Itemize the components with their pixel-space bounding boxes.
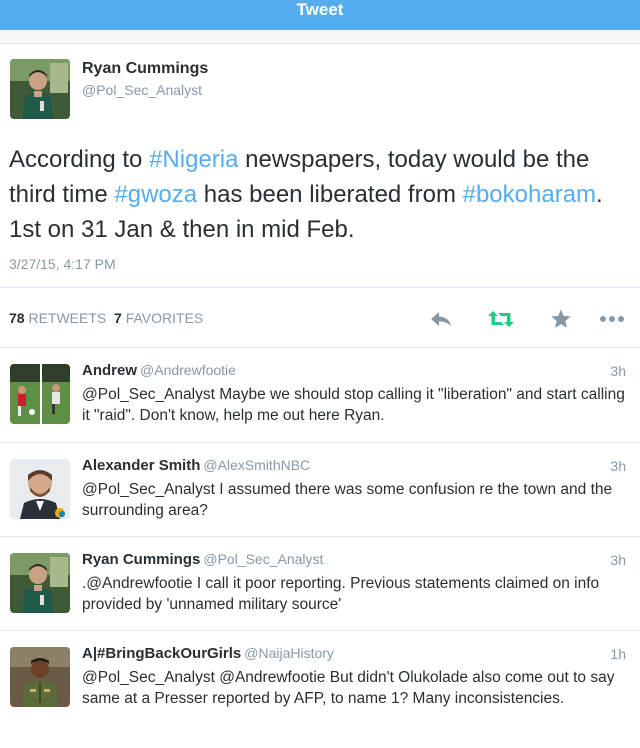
reply-time: 3h [610, 458, 626, 474]
favorites-label[interactable]: FAVORITES [126, 310, 204, 326]
reply-author[interactable]: Ryan Cummings @Pol_Sec_Analyst [82, 551, 323, 568]
reply-time: 3h [610, 552, 626, 568]
header-spacer [0, 30, 640, 44]
avatar[interactable] [10, 459, 70, 519]
reply-icon[interactable] [426, 305, 456, 333]
reply-tweet[interactable]: Alexander Smith @AlexSmithNBC 3h @Pol_Sec… [0, 443, 640, 537]
reply-author-handle[interactable]: @Pol_Sec_Analyst [203, 551, 323, 567]
avatar[interactable] [10, 647, 70, 707]
reply-author[interactable]: A|#BringBackOurGirls @NaijaHistory [82, 645, 334, 662]
retweets-count: 78 [9, 310, 25, 326]
hashtag-link[interactable]: #bokoharam [463, 181, 596, 208]
author-name[interactable]: Ryan Cummings [82, 60, 208, 78]
reply-author-name[interactable]: Andrew [82, 362, 137, 379]
tweet-stats: 78 RETWEETS 7 FAVORITES [9, 310, 203, 326]
page-title: Tweet [296, 0, 344, 19]
reply-text: .@Andrewfootie I call it poor reporting.… [82, 575, 600, 613]
favorites-count: 7 [114, 310, 122, 326]
hashtag-link[interactable]: #gwoza [114, 181, 197, 208]
more-icon[interactable] [598, 305, 626, 333]
author-handle[interactable]: @Pol_Sec_Analyst [82, 82, 202, 98]
reply-author-name[interactable]: Ryan Cummings [82, 551, 200, 568]
tweet-text-segment: According to [9, 146, 150, 173]
top-bar: Tweet [0, 0, 640, 30]
reply-tweet[interactable]: Andrew @Andrewfootie 3h @Pol_Sec_Analyst … [0, 348, 640, 443]
reply-text: @Pol_Sec_Analyst I assumed there was som… [82, 481, 613, 519]
hashtag-link[interactable]: #Nigeria [149, 146, 238, 173]
favorite-icon[interactable] [546, 305, 576, 333]
reply-tweet[interactable]: A|#BringBackOurGirls @NaijaHistory 1h @Po… [0, 631, 640, 748]
reply-time: 1h [610, 646, 626, 662]
reply-author[interactable]: Andrew @Andrewfootie [82, 362, 236, 379]
reply-author[interactable]: Alexander Smith @AlexSmithNBC [82, 457, 310, 474]
avatar[interactable] [10, 59, 70, 119]
tweet-actions [426, 305, 626, 333]
reply-text: @Pol_Sec_Analyst @Andrewfootie But didn'… [82, 669, 615, 707]
reply-author-name[interactable]: Alexander Smith [82, 457, 200, 474]
retweets-label[interactable]: RETWEETS [28, 310, 106, 326]
reply-author-handle[interactable]: @NaijaHistory [244, 645, 334, 661]
avatar[interactable] [10, 553, 70, 613]
reply-text: @Pol_Sec_Analyst Maybe we should stop ca… [82, 386, 625, 424]
reply-tweet[interactable]: Ryan Cummings @Pol_Sec_Analyst 3h .@Andre… [0, 537, 640, 631]
reply-author-handle[interactable]: @AlexSmithNBC [203, 457, 310, 473]
retweet-icon[interactable] [486, 305, 516, 333]
reply-author-name[interactable]: A|#BringBackOurGirls [82, 645, 241, 662]
avatar[interactable] [10, 364, 70, 424]
reply-author-handle[interactable]: @Andrewfootie [140, 362, 236, 378]
reply-time: 3h [610, 363, 626, 379]
tweet-text: According to #Nigeria newspapers, today … [9, 142, 629, 247]
tweet-text-segment: has been liberated from [197, 181, 463, 208]
tweet-timestamp: 3/27/15, 4:17 PM [9, 256, 116, 272]
divider [0, 287, 640, 288]
main-tweet: Ryan Cummings @Pol_Sec_Analyst According… [0, 44, 640, 348]
